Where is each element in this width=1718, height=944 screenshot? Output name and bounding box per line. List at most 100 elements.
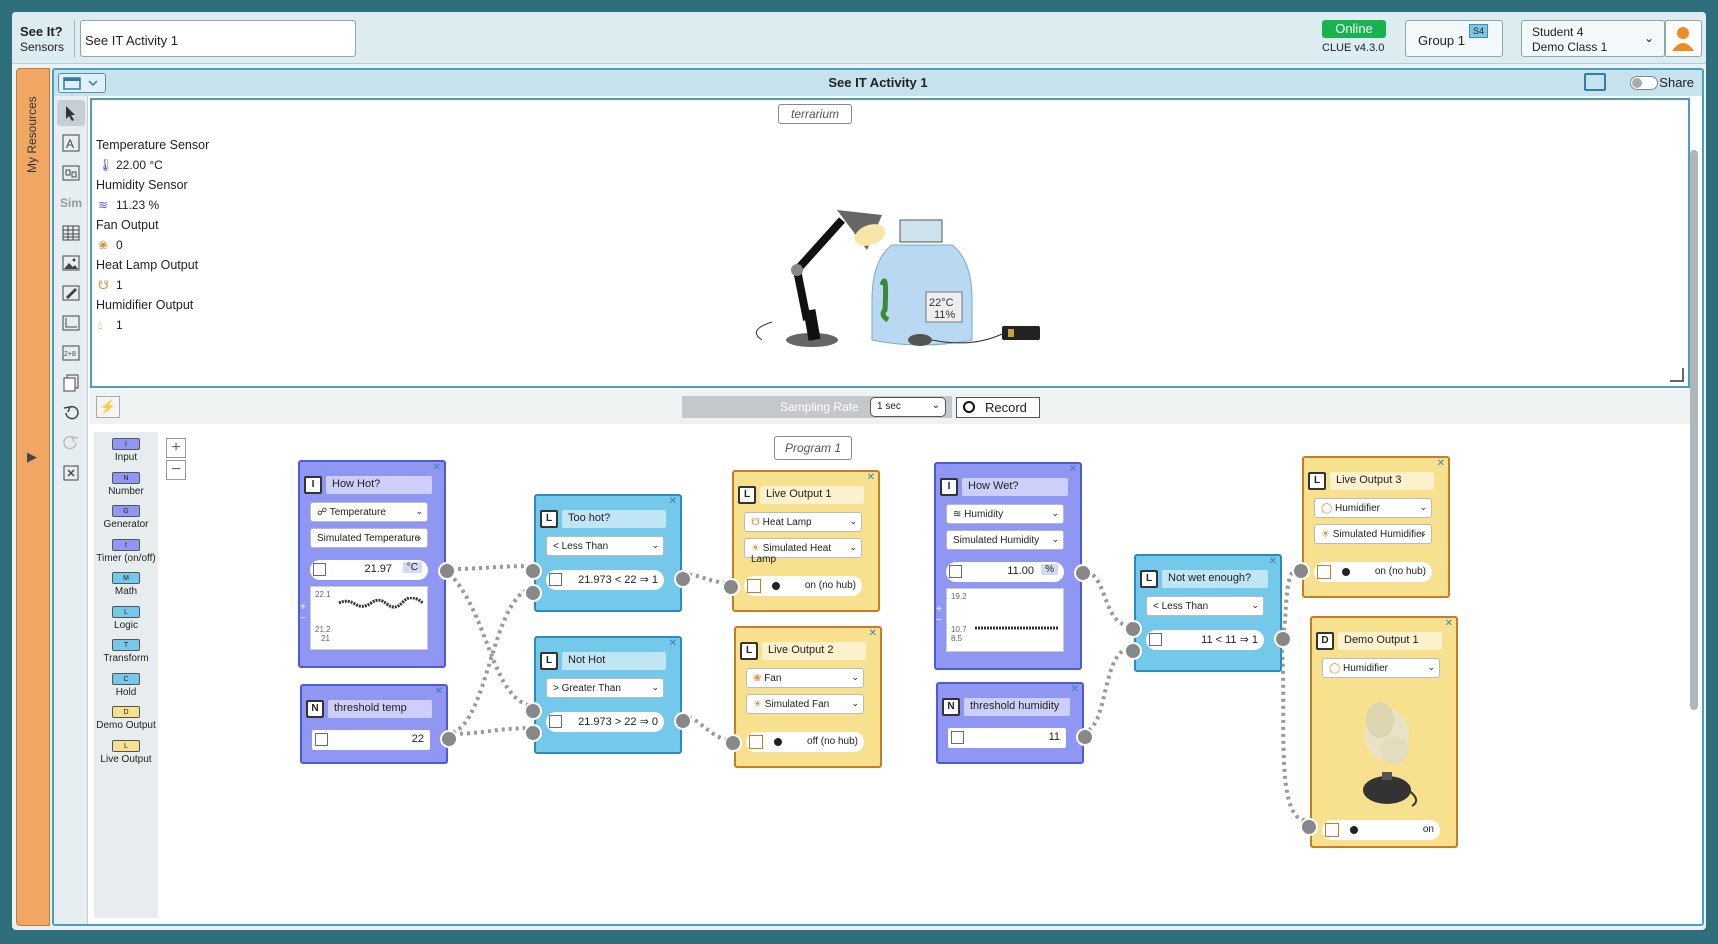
graph-toggle-icon[interactable] [315,733,328,746]
input-port-b[interactable] [524,584,542,602]
output-port[interactable] [438,562,456,580]
input-port[interactable] [1300,818,1318,836]
close-icon[interactable]: ✕ [1445,618,1453,629]
input-node-how-hot[interactable]: ✕ I How Hot? ☍ Temperature ⌄ Simulated Te… [298,460,456,668]
sampling-rate-select[interactable]: 1 sec ⌄ [870,397,946,417]
vertical-scrollbar[interactable] [1690,150,1698,710]
input-node-how-wet[interactable]: ✕ I How Wet? ≋ Humidity ⌄ Simulated Humid… [934,462,1092,670]
lightning-icon[interactable]: ⚡ [96,396,120,418]
number-input[interactable]: 22 [312,730,430,750]
graph-toggle-icon[interactable] [747,579,761,593]
logic-node-not-hot[interactable]: ✕ L Not Hot > Greater Than ⌄ 21.973 > 22 … [524,636,692,754]
my-resources-tab[interactable]: My Resources ▶ [16,68,50,926]
node-title[interactable]: Live Output 2 [762,642,866,660]
close-icon[interactable]: ✕ [669,638,677,649]
graph-zoom-controls[interactable]: + − [300,602,310,626]
user-menu[interactable]: Student 4 Demo Class 1 ⌄ [1521,20,1665,57]
logic-node-too-hot[interactable]: ✕ L Too hot? < Less Than ⌄ 21.973 < 22 ⇒ … [524,494,692,612]
graph-toggle-icon[interactable] [549,715,562,728]
output-port[interactable] [1274,630,1292,648]
output-port[interactable] [674,712,692,730]
close-icon[interactable]: ✕ [1437,458,1445,469]
view-mode-button[interactable] [58,73,106,93]
logic-node-not-wet-enough[interactable]: ✕ L Not wet enough? < Less Than ⌄ 11 < 11… [1124,554,1292,672]
sensor-type-select[interactable]: ☍ Temperature ⌄ [310,502,428,522]
close-icon[interactable]: ✕ [433,462,441,473]
expand-arrow-icon[interactable]: ▶ [27,449,37,465]
share-toggle[interactable] [1630,76,1658,90]
sensor-source-select[interactable]: Simulated Temperature ⌄ [310,528,428,548]
output-source-select[interactable]: ☀ Simulated Heat Lamp ⌄ [744,538,862,565]
redo-button[interactable] [57,430,85,456]
graph-tool[interactable] [57,310,85,336]
close-icon[interactable]: ✕ [1069,464,1077,475]
graph-toggle-icon[interactable] [313,563,326,576]
node-title[interactable]: Not Hot [562,652,666,670]
table-tool[interactable] [57,220,85,246]
node-title[interactable]: threshold humidity [964,698,1070,716]
resize-handle[interactable] [1670,368,1684,382]
input-port-a[interactable] [524,702,542,720]
graph-toggle-icon[interactable] [951,731,964,744]
record-button[interactable]: Record [956,397,1040,418]
close-icon[interactable]: ✕ [435,686,443,697]
output-device-select[interactable]: ❀ Fan ⌄ [746,668,864,688]
output-source-select[interactable]: ☀ Simulated Fan ⌄ [746,694,864,714]
node-title[interactable]: How Hot? [326,476,432,494]
graph-toggle-icon[interactable] [1325,823,1339,837]
close-icon[interactable]: ✕ [1071,684,1079,695]
layout-toggle-button[interactable] [1584,73,1606,91]
expression-tool[interactable]: 2+8 [57,340,85,366]
graph-toggle-icon[interactable] [549,573,562,586]
program-canvas[interactable]: I Input N Number G Generator t Timer (on/off) M M… [90,426,1696,924]
undo-button[interactable] [57,400,85,426]
image-tool[interactable] [57,250,85,276]
input-port[interactable] [722,578,740,596]
sensor-source-select[interactable]: Simulated Humidity ⌄ [946,530,1064,550]
close-icon[interactable]: ✕ [1269,556,1277,567]
demo-output-node-1[interactable]: ✕ D Demo Output 1 ◯ Humidifier ⌄ on [1300,616,1458,848]
input-port-a[interactable] [524,562,542,580]
document-title-field[interactable]: See IT Activity 1 [80,20,356,57]
graph-toggle-icon[interactable] [1149,633,1162,646]
input-port-b[interactable] [524,724,542,742]
node-title[interactable]: Live Output 1 [760,486,864,504]
group-button[interactable]: Group 1 S4 [1405,20,1503,57]
graph-toggle-icon[interactable] [949,565,962,578]
sensor-type-select[interactable]: ≋ Humidity ⌄ [946,504,1064,524]
copy-tool[interactable] [57,370,85,396]
number-input[interactable]: 11 [948,728,1066,748]
node-title[interactable]: Too hot? [562,510,666,528]
graph-zoom-controls[interactable]: + − [936,604,946,628]
live-output-node-2[interactable]: ✕ L Live Output 2 ❀ Fan ⌄ ☀ Simulated Fan… [724,626,882,768]
operator-select[interactable]: > Greater Than ⌄ [546,678,664,698]
output-port[interactable] [674,570,692,588]
sensor-tool[interactable] [57,160,85,186]
output-source-select[interactable]: ☀ Simulated Humidifier ⌄ [1314,524,1432,544]
close-icon[interactable]: ✕ [669,496,677,507]
graph-toggle-icon[interactable] [749,735,763,749]
live-output-node-1[interactable]: ✕ L Live Output 1 ☋ Heat Lamp ⌄ ☀ Simulat… [722,470,880,612]
number-node-threshold-temp[interactable]: ✕ N threshold temp 22 [300,684,458,764]
close-icon[interactable]: ✕ [867,472,875,483]
node-title[interactable]: Live Output 3 [1330,472,1434,490]
node-title[interactable]: Demo Output 1 [1338,632,1442,650]
text-tool[interactable]: A [57,130,85,156]
delete-button[interactable] [57,460,85,486]
draw-tool[interactable] [57,280,85,306]
operator-select[interactable]: < Less Than ⌄ [546,536,664,556]
terrarium-label[interactable]: terrarium [778,104,852,124]
input-port[interactable] [724,734,742,752]
number-node-threshold-humidity[interactable]: ✕ N threshold humidity 11 [936,682,1094,764]
output-port[interactable] [440,730,458,748]
output-device-select[interactable]: ☋ Heat Lamp ⌄ [744,512,862,532]
demo-device-select[interactable]: ◯ Humidifier ⌄ [1322,658,1440,678]
close-icon[interactable]: ✕ [869,628,877,639]
node-title[interactable]: Not wet enough? [1162,570,1268,588]
select-tool[interactable] [57,100,85,126]
graph-toggle-icon[interactable] [1317,565,1331,579]
input-port-b[interactable] [1124,642,1142,660]
live-output-node-3[interactable]: ✕ L Live Output 3 ◯ Humidifier ⌄ ☀ Simula… [1292,456,1450,598]
node-title[interactable]: How Wet? [962,478,1068,496]
avatar[interactable] [1665,20,1702,57]
